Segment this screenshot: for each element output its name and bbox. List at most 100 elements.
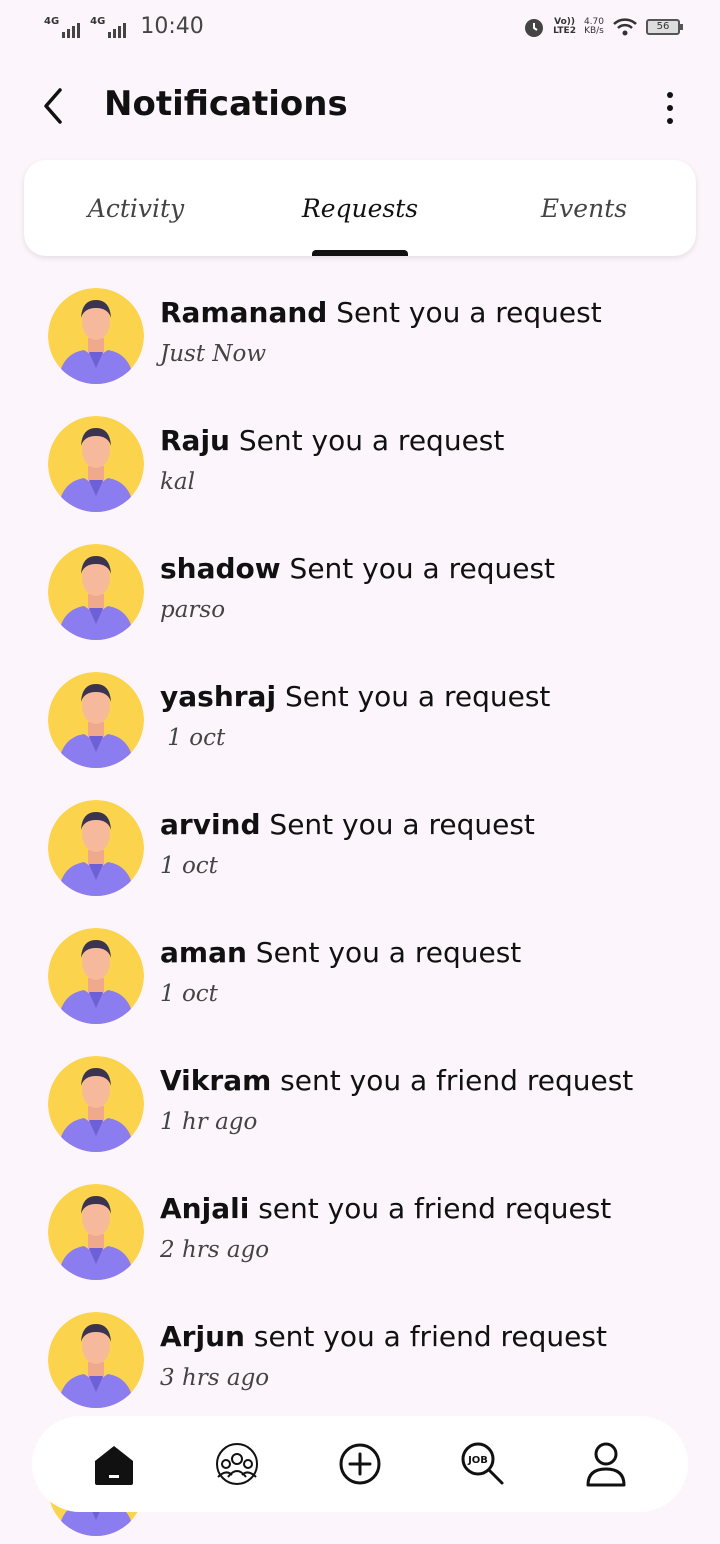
avatar[interactable] bbox=[48, 1312, 144, 1408]
message-text: Sent you a request bbox=[276, 680, 551, 713]
message-text: Sent you a request bbox=[327, 296, 602, 329]
notification-text: yashraj Sent you a request 1 oct bbox=[160, 680, 550, 751]
notification-text: Ramanand Sent you a request Just Now bbox=[160, 296, 602, 367]
active-tab-indicator bbox=[312, 250, 408, 256]
volte-indicator: Vo)) LTE2 bbox=[553, 17, 576, 36]
tab-bar: Activity Requests Events bbox=[24, 160, 696, 256]
sender-name[interactable]: Arjun bbox=[160, 1320, 245, 1353]
tab-label: Requests bbox=[301, 193, 419, 223]
message-text: sent you a friend request bbox=[271, 1064, 634, 1097]
avatar[interactable] bbox=[48, 1056, 144, 1152]
network-type-1: 4G bbox=[44, 15, 60, 27]
notification-item[interactable]: Raju Sent you a request kal bbox=[0, 408, 720, 536]
avatar[interactable] bbox=[48, 544, 144, 640]
notification-item[interactable]: Anjali sent you a friend request 2 hrs a… bbox=[0, 1176, 720, 1304]
signal-icon: 4G bbox=[90, 15, 127, 38]
notification-item[interactable]: yashraj Sent you a request 1 oct bbox=[0, 664, 720, 792]
sender-name[interactable]: Raju bbox=[160, 424, 230, 457]
avatar[interactable] bbox=[48, 288, 144, 384]
tab-activity[interactable]: Activity bbox=[24, 160, 248, 256]
notification-item[interactable]: shadow Sent you a request parso bbox=[0, 536, 720, 664]
message-text: Sent you a request bbox=[260, 808, 535, 841]
notification-time: 1 oct bbox=[160, 725, 226, 751]
notification-time: Just Now bbox=[160, 341, 267, 367]
sender-name[interactable]: shadow bbox=[160, 552, 281, 585]
sender-name[interactable]: Anjali bbox=[160, 1192, 249, 1225]
app-header: Notifications bbox=[0, 70, 720, 140]
avatar[interactable] bbox=[48, 1184, 144, 1280]
notification-item[interactable]: Ramanand Sent you a request Just Now bbox=[0, 280, 720, 408]
notification-message: yashraj Sent you a request bbox=[160, 680, 550, 713]
tab-events[interactable]: Events bbox=[472, 160, 696, 256]
notification-time: 1 oct bbox=[160, 981, 218, 1007]
notification-message: Anjali sent you a friend request bbox=[160, 1192, 611, 1225]
sender-name[interactable]: aman bbox=[160, 936, 247, 969]
message-text: Sent you a request bbox=[246, 936, 522, 969]
notification-text: shadow Sent you a request parso bbox=[160, 552, 555, 623]
nav-add-button[interactable] bbox=[332, 1436, 388, 1492]
nav-profile-button[interactable] bbox=[578, 1436, 634, 1492]
more-options-button[interactable] bbox=[660, 92, 680, 124]
message-text: sent you a friend request bbox=[244, 1320, 607, 1353]
avatar[interactable] bbox=[48, 928, 144, 1024]
notification-message: shadow Sent you a request bbox=[160, 552, 555, 585]
notification-message: arvind Sent you a request bbox=[160, 808, 535, 841]
tab-label: Activity bbox=[87, 193, 185, 223]
notification-time: 1 hr ago bbox=[160, 1109, 258, 1135]
sender-name[interactable]: arvind bbox=[160, 808, 261, 841]
sender-name[interactable]: Vikram bbox=[160, 1064, 271, 1097]
notification-message: Raju Sent you a request bbox=[160, 424, 504, 457]
sender-name[interactable]: Ramanand bbox=[160, 296, 327, 329]
avatar[interactable] bbox=[48, 672, 144, 768]
notification-time: 2 hrs ago bbox=[160, 1237, 270, 1263]
dot-icon bbox=[667, 92, 673, 98]
notification-message: aman Sent you a request bbox=[160, 936, 521, 969]
alarm-icon bbox=[525, 19, 544, 37]
signal-icon: 4G bbox=[44, 15, 81, 38]
status-right: Vo)) LTE2 4.70 KB/s 56 bbox=[523, 16, 683, 38]
notification-text: Anjali sent you a friend request 2 hrs a… bbox=[160, 1192, 611, 1263]
profile-icon bbox=[586, 1442, 626, 1487]
nav-home-button[interactable] bbox=[86, 1436, 142, 1492]
avatar[interactable] bbox=[48, 416, 144, 512]
nav-community-button[interactable] bbox=[209, 1436, 265, 1492]
notification-item[interactable]: Vikram sent you a friend request 1 hr ag… bbox=[0, 1048, 720, 1176]
bottom-nav: JOB bbox=[32, 1416, 688, 1512]
dot-icon bbox=[667, 105, 673, 111]
wifi-icon bbox=[613, 18, 637, 36]
notification-item[interactable]: arvind Sent you a request 1 oct bbox=[0, 792, 720, 920]
back-button[interactable] bbox=[36, 86, 72, 126]
notification-time: parso bbox=[160, 597, 226, 623]
sender-name[interactable]: yashraj bbox=[160, 680, 276, 713]
tab-label: Events bbox=[540, 193, 628, 223]
avatar[interactable] bbox=[48, 800, 144, 896]
notification-time: 3 hrs ago bbox=[160, 1365, 270, 1391]
home-icon bbox=[94, 1446, 133, 1485]
status-left: 4G 4G 10:40 bbox=[44, 14, 204, 39]
nav-jobs-button[interactable]: JOB bbox=[455, 1436, 511, 1492]
status-time: 10:40 bbox=[140, 14, 204, 39]
chevron-left-icon bbox=[44, 88, 62, 124]
notification-item[interactable]: aman Sent you a request 1 oct bbox=[0, 920, 720, 1048]
community-icon bbox=[215, 1443, 258, 1485]
status-bar: 4G 4G 10:40 Vo)) LTE2 4.70 KB/s 56 bbox=[0, 0, 720, 56]
notification-text: aman Sent you a request 1 oct bbox=[160, 936, 521, 1007]
svg-text:JOB: JOB bbox=[467, 1455, 488, 1466]
notification-time: kal bbox=[160, 469, 196, 495]
page-title: Notifications bbox=[104, 84, 348, 124]
notification-text: Arjun sent you a friend request 3 hrs ag… bbox=[160, 1320, 607, 1391]
network-speed: 4.70 KB/s bbox=[583, 17, 604, 36]
notification-text: Vikram sent you a friend request 1 hr ag… bbox=[160, 1064, 633, 1135]
notification-message: Arjun sent you a friend request bbox=[160, 1320, 607, 1353]
notification-time: 1 oct bbox=[160, 853, 218, 879]
message-text: Sent you a request bbox=[280, 552, 556, 585]
tab-requests[interactable]: Requests bbox=[248, 160, 472, 256]
network-type-2: 4G bbox=[90, 15, 106, 27]
message-text: Sent you a request bbox=[230, 424, 505, 457]
job-search-icon: JOB bbox=[461, 1442, 504, 1485]
notification-text: Raju Sent you a request kal bbox=[160, 424, 504, 495]
notification-item[interactable]: Arjun sent you a friend request 3 hrs ag… bbox=[0, 1304, 720, 1432]
dot-icon bbox=[667, 118, 673, 124]
message-text: sent you a friend request bbox=[249, 1192, 612, 1225]
notification-message: Ramanand Sent you a request bbox=[160, 296, 602, 329]
